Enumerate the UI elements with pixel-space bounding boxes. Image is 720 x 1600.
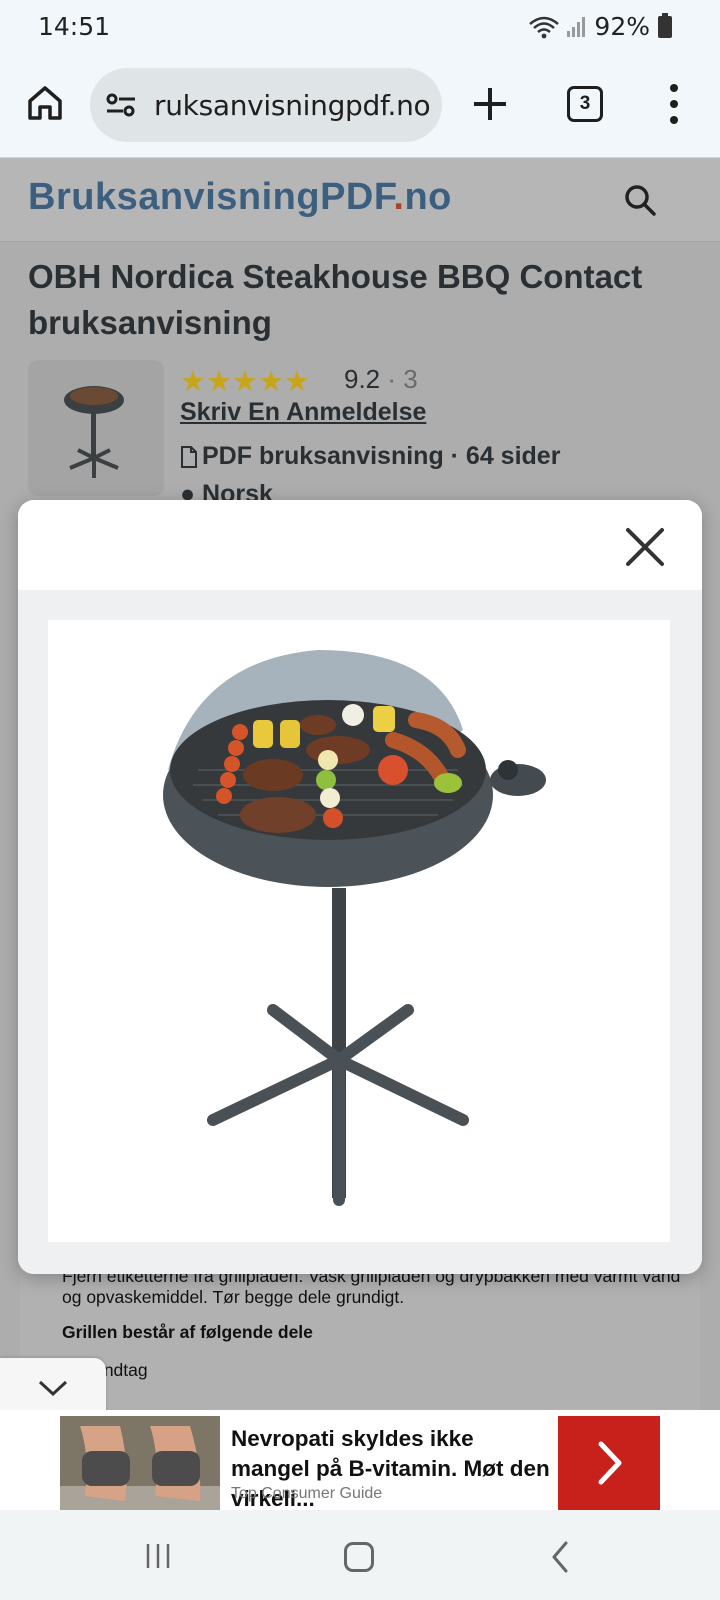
home-icon[interactable] — [24, 82, 66, 124]
more-menu-icon[interactable] — [664, 82, 684, 126]
close-icon[interactable] — [622, 524, 668, 570]
image-modal — [18, 500, 702, 1274]
site-header: BruksanvisningPDF.no — [0, 158, 720, 242]
write-review-link[interactable]: Skriv En Anmeldelse — [180, 398, 426, 427]
product-thumbnail[interactable] — [28, 360, 164, 496]
review-count: 3 — [403, 364, 418, 394]
ad-banner[interactable]: Nevropati skyldes ikke mangel på B-vitam… — [0, 1410, 720, 1511]
pdf-info-text: PDF bruksanvisning · 64 sider — [202, 442, 561, 470]
status-indicators: 92% — [528, 12, 672, 41]
address-bar[interactable]: ruksanvisningpdf.no — [90, 68, 442, 142]
score-value: 9.2 — [344, 364, 381, 394]
recent-apps-icon[interactable] — [144, 1542, 172, 1570]
pdf-info: PDF bruksanvisning · 64 sider — [180, 442, 560, 471]
site-settings-icon[interactable] — [104, 88, 138, 122]
status-bar: 14:51 92% — [0, 0, 720, 54]
signal-icon — [567, 16, 586, 37]
battery-icon — [658, 12, 672, 38]
chevron-down-icon — [38, 1380, 68, 1397]
collapse-ad-button[interactable] — [0, 1358, 106, 1410]
home-nav-icon[interactable] — [344, 1542, 374, 1572]
grill-illustration — [163, 650, 546, 1206]
page-title: OBH Nordica Steakhouse BBQ Contact bruks… — [28, 258, 643, 341]
logo-dot: . — [393, 176, 405, 218]
product-image — [48, 620, 670, 1242]
back-icon[interactable] — [550, 1541, 570, 1573]
url-text[interactable]: ruksanvisningpdf.no — [154, 89, 431, 122]
search-icon[interactable] — [622, 182, 658, 218]
tab-switcher-button[interactable]: 3 — [567, 86, 603, 122]
site-logo[interactable]: BruksanvisningPDF.no — [28, 176, 452, 219]
modal-header — [18, 500, 702, 590]
grill-thumbnail-image — [64, 386, 124, 478]
manual-heading: Grillen består af følgende dele — [62, 1322, 313, 1342]
modal-body — [18, 590, 702, 1274]
tab-count: 3 — [579, 93, 591, 114]
battery-percent: 92% — [594, 12, 650, 41]
browser-toolbar: ruksanvisningpdf.no 3 — [0, 54, 720, 158]
chevron-right-icon — [598, 1441, 622, 1485]
review-separator: · — [380, 364, 404, 394]
status-time: 14:51 — [38, 12, 111, 41]
new-tab-icon[interactable] — [470, 84, 510, 124]
logo-tld: no — [404, 176, 452, 218]
document-icon — [181, 445, 197, 468]
ad-feet-image — [60, 1416, 220, 1510]
ad-source: Top Consumer Guide — [231, 1485, 383, 1502]
ad-open-button[interactable] — [558, 1416, 660, 1510]
ad-image[interactable] — [60, 1416, 220, 1510]
system-nav-bar — [0, 1510, 720, 1600]
rating-score: 9.2 · 3 — [344, 364, 418, 395]
logo-main: BruksanvisningPDF — [28, 176, 394, 218]
wifi-icon — [529, 16, 560, 38]
rating-stars: ★★★★★ — [180, 366, 310, 398]
